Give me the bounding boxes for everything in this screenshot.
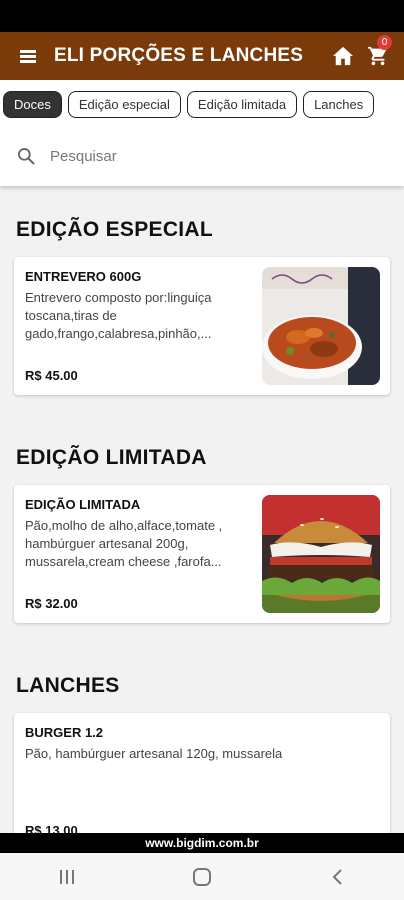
product-card-burger-1-2[interactable]: BURGER 1.2 Pão, hambúrguer artesanal 120…	[14, 713, 390, 853]
category-chip-doces[interactable]: Doces	[3, 91, 62, 118]
system-nav-bar	[0, 853, 404, 900]
product-name: BURGER 1.2	[25, 725, 104, 740]
category-chip-edicao-especial[interactable]: Edição especial	[67, 91, 181, 118]
back-icon[interactable]	[330, 868, 344, 886]
burger-photo	[262, 495, 380, 613]
search-input[interactable]: Pesquisar	[50, 148, 117, 165]
product-description: Entrevero composto por:linguiça toscana,…	[25, 290, 212, 341]
search-bar[interactable]: Pesquisar	[16, 146, 117, 166]
entrevero-dish-photo	[262, 267, 380, 385]
app-bar: ELI PORÇÕES E LANCHES 0	[0, 32, 404, 80]
product-name: ENTREVERO 600G	[25, 269, 142, 284]
product-card-edicao-limitada[interactable]: EDIÇÃO LIMITADA Pão,molho de alho,alface…	[14, 485, 390, 623]
website-footer[interactable]: www.bigdim.com.br	[0, 833, 404, 853]
recent-apps-icon[interactable]	[59, 869, 74, 884]
product-description: Pão, hambúrguer artesanal 120g, mussarel…	[25, 746, 283, 761]
category-chips: Doces Edição especial Edição limitada La…	[3, 91, 380, 118]
product-description: Pão,molho de alho,alface,tomate , hambúr…	[25, 518, 223, 569]
cart-count-badge: 0	[377, 35, 392, 50]
hamburger-icon	[20, 50, 36, 63]
product-price: R$ 45.00	[25, 368, 78, 383]
category-chip-edicao-limitada[interactable]: Edição limitada	[186, 91, 298, 118]
product-card-entrevero[interactable]: ENTREVERO 600G Entrevero composto por:li…	[14, 257, 390, 395]
app-title: ELI PORÇÕES E LANCHES	[54, 45, 304, 66]
category-chip-lanches[interactable]: Lanches	[303, 91, 375, 118]
status-bar	[0, 0, 404, 32]
section-title-edicao-especial: EDIÇÃO ESPECIAL	[16, 218, 214, 241]
home-icon	[333, 46, 353, 66]
cart-button[interactable]: 0	[358, 32, 398, 80]
product-price: R$ 32.00	[25, 596, 78, 611]
menu-button[interactable]	[8, 32, 48, 80]
product-name: EDIÇÃO LIMITADA	[25, 497, 141, 512]
section-title-edicao-limitada: EDIÇÃO LIMITADA	[16, 446, 207, 469]
section-title-lanches: LANCHES	[16, 674, 120, 697]
search-icon	[18, 148, 35, 165]
home-button[interactable]	[328, 32, 358, 80]
filter-panel: Doces Edição especial Edição limitada La…	[0, 80, 404, 186]
home-nav-icon[interactable]	[192, 867, 211, 886]
